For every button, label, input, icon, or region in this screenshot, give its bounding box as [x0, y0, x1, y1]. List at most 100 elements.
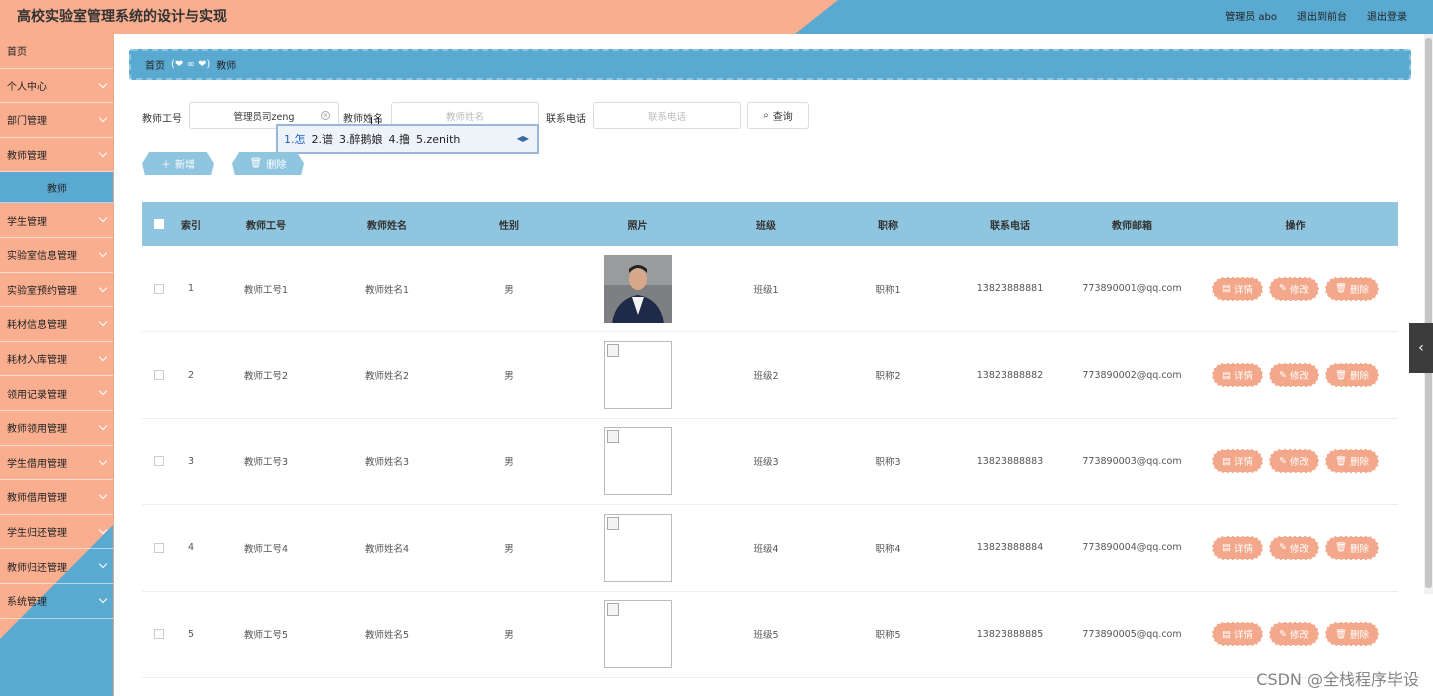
chevron-down-icon	[98, 490, 108, 500]
row-checkbox[interactable]	[154, 283, 164, 294]
row-index: 4	[187, 542, 195, 554]
delete-button[interactable]: 🗑 删除	[1324, 449, 1380, 474]
row-phone: 13823888881	[976, 283, 1044, 295]
chevron-down-icon	[98, 248, 108, 258]
sidebar-item[interactable]: 个人中心	[0, 69, 113, 104]
row-checkbox[interactable]	[154, 456, 164, 467]
ime-candidate[interactable]: 1.怎	[284, 131, 306, 147]
delete-button[interactable]: 🗑 删除	[1324, 276, 1380, 301]
sidebar-item[interactable]: 教师借用管理	[0, 480, 113, 515]
sidebar-item[interactable]: 领用记录管理	[0, 376, 113, 411]
add-button[interactable]: ＋ 新增	[142, 152, 214, 175]
row-checkbox[interactable]	[154, 542, 164, 553]
sidebar-item[interactable]: 耗材信息管理	[0, 307, 113, 342]
sidebar-item[interactable]: 教师归还管理	[0, 549, 113, 584]
delete-button[interactable]: 🗑 删除	[1324, 535, 1380, 560]
breadcrumb-separator-icon: (❤ ∞ ❤)	[171, 59, 211, 70]
top-header: 高校实验室管理系统的设计与实现 管理员 abo 退出到前台 退出登录	[0, 0, 1433, 34]
trash-icon: 🗑	[1334, 542, 1348, 554]
ime-candidate-popup[interactable]: 1.怎 2.谱 3.醉鹅娘 4.撸 5.zenith ◀▶	[276, 124, 539, 154]
row-select-cell	[142, 542, 176, 553]
delete-button-label: 删除	[1350, 457, 1370, 469]
row-sex: 男	[504, 630, 514, 642]
phone-input[interactable]: 联系电话	[593, 102, 741, 129]
sidebar-item[interactable]: 学生归还管理	[0, 515, 113, 550]
sidebar-item[interactable]: 耗材入库管理	[0, 342, 113, 377]
delete-button-label: 删除	[1350, 543, 1370, 555]
edit-button[interactable]: ✎ 修改	[1268, 276, 1319, 301]
row-photo-cell	[570, 513, 705, 582]
delete-button[interactable]: 🗑 删除	[1324, 622, 1380, 647]
sidebar-item-label: 教师借用管理	[7, 493, 67, 505]
chevron-left-icon[interactable]: ‹	[1409, 323, 1433, 373]
edit-button[interactable]: ✎ 修改	[1268, 449, 1319, 474]
edit-button[interactable]: ✎ 修改	[1268, 535, 1319, 560]
ime-candidate[interactable]: 5.zenith	[416, 133, 460, 146]
sidebar-item[interactable]: 学生借用管理	[0, 446, 113, 481]
pencil-icon: ✎	[1278, 369, 1287, 381]
row-select-cell	[142, 456, 176, 467]
table-row: 5 教师工号5 教师姓名5 男 班级5 职称5 13823888885 773890005@q…	[142, 592, 1398, 678]
row-operations: ▤ 详情 ✎ 修改 🗑 删除	[1193, 535, 1398, 560]
select-all-checkbox[interactable]	[154, 219, 164, 229]
sidebar-item[interactable]: 首页	[0, 34, 113, 69]
row-select-cell	[142, 629, 176, 640]
query-button-label: 查询	[772, 112, 793, 123]
sidebar-subitem[interactable]: 教师	[0, 172, 113, 204]
ime-page-arrows-icon[interactable]: ◀▶	[517, 134, 529, 143]
row-checkbox[interactable]	[154, 629, 164, 640]
broken-image-glyph	[606, 344, 619, 358]
row-class: 班级1	[753, 284, 779, 296]
row-teacher-name: 教师姓名5	[364, 630, 410, 642]
scrollbar-thumb[interactable]	[1425, 38, 1432, 588]
sidebar-item[interactable]: 系统管理	[0, 584, 113, 619]
exit-to-front-link[interactable]: 退出到前台	[1297, 8, 1347, 23]
sidebar-item[interactable]: 部门管理	[0, 103, 113, 138]
row-teacher-no: 教师工号3	[243, 457, 289, 469]
pencil-icon: ✎	[1278, 455, 1287, 467]
clear-input-icon[interactable]: ×	[321, 111, 330, 120]
chevron-down-icon	[98, 214, 108, 223]
chevron-down-icon	[98, 594, 108, 604]
delete-button[interactable]: 🗑 删除	[1324, 363, 1380, 388]
sidebar-item[interactable]: 学生管理	[0, 203, 113, 238]
row-sex: 男	[504, 284, 514, 296]
detail-button[interactable]: ▤ 详情	[1211, 276, 1263, 301]
sidebar-item[interactable]: 实验室预约管理	[0, 273, 113, 308]
row-title: 职称3	[875, 457, 901, 469]
edit-button-label: 修改	[1289, 284, 1309, 296]
sidebar-item[interactable]: 教师管理	[0, 138, 113, 173]
doc-icon: ▤	[1221, 283, 1231, 295]
row-teacher-no: 教师工号2	[243, 371, 289, 383]
row-checkbox[interactable]	[154, 370, 164, 381]
detail-button[interactable]: ▤ 详情	[1211, 363, 1263, 388]
ime-candidate[interactable]: 4.撸	[389, 131, 411, 147]
row-index: 1	[187, 283, 195, 295]
row-email: 773890001@qq.com	[1082, 283, 1182, 295]
sidebar-item[interactable]: 实验室信息管理	[0, 238, 113, 273]
edit-button-label: 修改	[1289, 457, 1309, 469]
sidebar: 首页 个人中心 部门管理 教师管理 教师 学生管理 实验室信息管理 实验室预约管理 耗材信息管理…	[0, 34, 114, 696]
query-button[interactable]: ⌕ 查询	[747, 102, 809, 129]
sidebar-item-label: 耗材入库管理	[7, 355, 67, 367]
breadcrumb-home[interactable]: 首页	[145, 57, 165, 72]
vertical-scrollbar[interactable]	[1424, 34, 1433, 594]
logout-link[interactable]: 退出登录	[1367, 8, 1407, 23]
detail-button[interactable]: ▤ 详情	[1211, 535, 1263, 560]
detail-button[interactable]: ▤ 详情	[1211, 622, 1263, 647]
edit-button-label: 修改	[1289, 543, 1309, 555]
batch-delete-button[interactable]: 🗑 删除	[232, 152, 304, 175]
detail-button-label: 详情	[1233, 284, 1253, 296]
row-index: 3	[187, 455, 195, 467]
detail-button[interactable]: ▤ 详情	[1211, 449, 1263, 474]
edit-button[interactable]: ✎ 修改	[1268, 622, 1319, 647]
search-icon: ⌕	[763, 110, 769, 121]
ime-candidate[interactable]: 2.谱	[312, 131, 334, 147]
header-photo: 照片	[627, 220, 648, 232]
row-teacher-name: 教师姓名2	[364, 371, 410, 383]
edit-button[interactable]: ✎ 修改	[1268, 363, 1319, 388]
sidebar-item-label: 学生归还管理	[7, 528, 67, 540]
pencil-icon: ✎	[1278, 628, 1287, 640]
sidebar-item[interactable]: 教师领用管理	[0, 411, 113, 446]
ime-candidate[interactable]: 3.醉鹅娘	[339, 131, 383, 147]
